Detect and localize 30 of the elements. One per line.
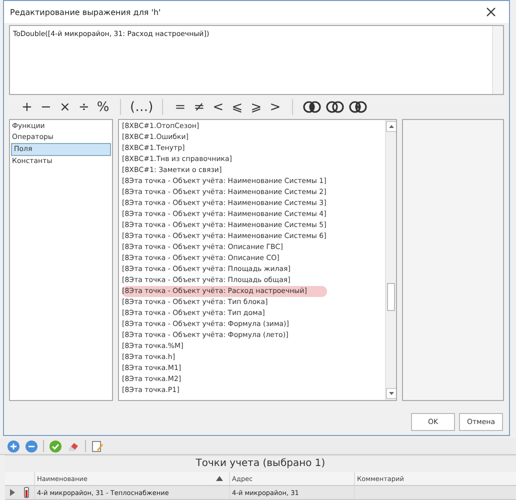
scroll-thumb[interactable] (387, 283, 395, 311)
operator-button[interactable]: ⩾ (248, 100, 264, 114)
close-icon[interactable] (486, 7, 496, 17)
scroll-up-icon[interactable] (386, 121, 396, 132)
edit-document-icon[interactable] (91, 440, 104, 452)
operator-button[interactable]: % (95, 100, 111, 114)
grid-title: Точки учета (выбрано 1) (5, 455, 516, 472)
expand-icon[interactable] (10, 489, 14, 496)
operator-button[interactable]: ÷ (76, 100, 92, 114)
operator-button[interactable]: × (57, 100, 73, 114)
intersection-icon[interactable] (303, 101, 322, 113)
operator-button[interactable]: ≠ (191, 100, 208, 114)
operator-button[interactable]: ⩽ (229, 100, 246, 114)
scroll-down-icon[interactable] (386, 388, 396, 399)
scrollbar[interactable] (385, 120, 396, 400)
operator-button[interactable]: (…) (130, 100, 154, 114)
add-icon[interactable] (7, 440, 20, 452)
operator-button[interactable]: < (210, 100, 226, 114)
operator-button[interactable]: + (19, 100, 35, 114)
operator-button[interactable]: − (38, 100, 54, 114)
operator-button[interactable]: > (267, 100, 284, 114)
window-title: Редактирование выражения для 'h' (10, 8, 161, 16)
union-icon[interactable] (326, 101, 344, 113)
thermometer-icon (24, 487, 29, 498)
exclusive-or-icon[interactable] (349, 101, 368, 113)
remove-icon[interactable] (25, 440, 38, 452)
check-icon[interactable] (49, 440, 62, 452)
operator-button[interactable]: = (172, 100, 188, 114)
scrollbar[interactable] (492, 26, 503, 94)
sort-ascending-icon[interactable] (216, 476, 223, 481)
